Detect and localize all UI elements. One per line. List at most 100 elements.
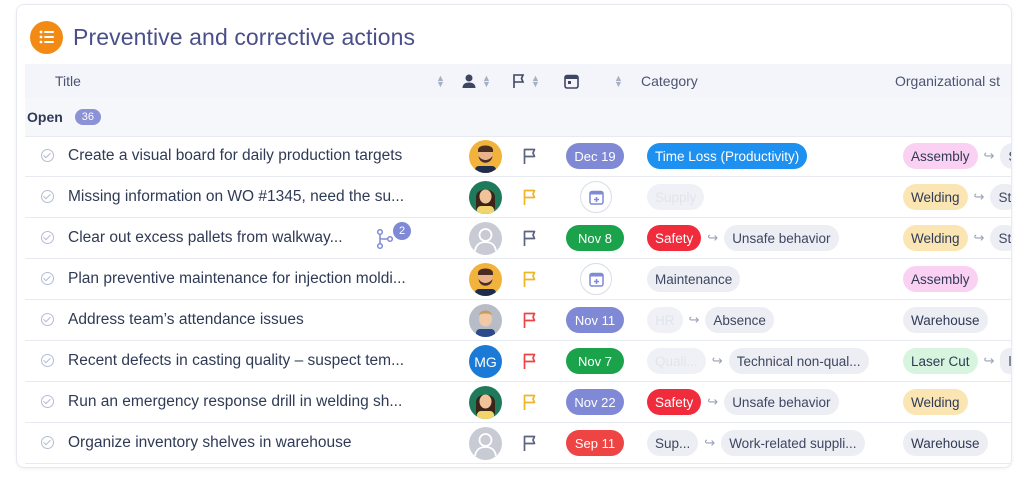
org-tag[interactable]: S xyxy=(1000,143,1011,169)
category-tag[interactable]: Sup... xyxy=(647,430,699,456)
due-date-badge[interactable]: Dec 19 xyxy=(566,143,624,169)
category-tag[interactable]: Maintenance xyxy=(647,266,741,292)
org-tag[interactable]: Assembly xyxy=(903,266,978,292)
category-cell[interactable]: Time Loss (Productivity) xyxy=(647,143,808,169)
complete-checkbox[interactable] xyxy=(41,272,54,285)
category-tag[interactable]: Supply xyxy=(647,184,705,210)
category-cell[interactable]: Maintenance xyxy=(647,266,741,292)
org-structure-cell[interactable]: Warehouse xyxy=(903,307,988,333)
sort-title-icon[interactable]: ▲ ▼ xyxy=(431,64,445,98)
row-title[interactable]: Clear out excess pallets from walkway... xyxy=(68,218,343,258)
category-tag[interactable]: Work-related suppli... xyxy=(721,430,865,456)
org-tag[interactable]: Laser Cut xyxy=(903,348,978,374)
row-title[interactable]: Organize inventory shelves in warehouse xyxy=(68,423,351,463)
priority-flag-icon[interactable] xyxy=(522,147,538,165)
sort-due-icon[interactable]: ▲ ▼ xyxy=(609,64,623,98)
priority-flag-icon[interactable] xyxy=(522,434,538,452)
person-icon xyxy=(462,74,476,88)
row-title[interactable]: Run an emergency response drill in weldi… xyxy=(68,382,402,422)
org-structure-cell[interactable]: Warehouse xyxy=(903,430,988,456)
avatar[interactable] xyxy=(469,427,502,460)
due-date-badge[interactable]: Nov 11 xyxy=(566,307,624,333)
complete-checkbox[interactable] xyxy=(41,395,54,408)
priority-flag-icon[interactable] xyxy=(522,229,538,247)
row-title[interactable]: Create a visual board for daily producti… xyxy=(68,136,402,176)
org-structure-cell[interactable]: Laser Cut ↪ l xyxy=(903,348,1011,374)
org-tag[interactable]: St xyxy=(990,225,1011,251)
org-tag[interactable]: Warehouse xyxy=(903,430,988,456)
priority-flag-icon[interactable] xyxy=(522,393,538,411)
column-priority[interactable]: ▲ ▼ xyxy=(512,64,540,98)
subtask-icon[interactable]: 2 xyxy=(376,222,411,250)
category-tag[interactable]: Quali... xyxy=(647,348,706,374)
due-date-badge[interactable]: Sep 11 xyxy=(566,430,624,456)
row-title[interactable]: Address team’s attendance issues xyxy=(68,300,304,340)
org-structure-cell[interactable]: Welding ↪ St xyxy=(903,184,1011,210)
due-date-badge[interactable]: Nov 7 xyxy=(566,348,624,374)
table-row[interactable]: Missing information on WO #1345, need th… xyxy=(25,177,1011,218)
add-due-date-icon[interactable] xyxy=(580,181,612,213)
avatar[interactable] xyxy=(469,222,502,255)
org-tag[interactable]: St xyxy=(990,184,1011,210)
category-cell[interactable]: Safety ↪ Unsafe behavior xyxy=(647,389,839,415)
complete-checkbox[interactable] xyxy=(41,436,54,449)
category-cell[interactable]: Supply xyxy=(647,184,705,210)
priority-flag-icon[interactable] xyxy=(522,352,538,370)
table-row[interactable]: Recent defects in casting quality – susp… xyxy=(25,341,1011,382)
due-date-badge[interactable]: Nov 8 xyxy=(566,225,624,251)
row-title[interactable]: Missing information on WO #1345, need th… xyxy=(68,177,404,217)
add-due-date-icon[interactable] xyxy=(580,263,612,295)
category-tag[interactable]: Time Loss (Productivity) xyxy=(647,143,808,169)
complete-checkbox[interactable] xyxy=(41,190,54,203)
category-tag[interactable]: Unsafe behavior xyxy=(724,389,839,415)
org-structure-cell[interactable]: Welding ↪ St xyxy=(903,225,1011,251)
org-tag[interactable]: Welding xyxy=(903,389,968,415)
column-title[interactable]: Title xyxy=(55,64,81,98)
due-date-badge[interactable]: Nov 22 xyxy=(566,389,624,415)
avatar[interactable] xyxy=(469,181,502,214)
complete-checkbox[interactable] xyxy=(41,231,54,244)
avatar[interactable] xyxy=(469,140,502,173)
table-row[interactable]: Address team’s attendance issues Nov 11 HR… xyxy=(25,300,1011,341)
avatar[interactable]: MG xyxy=(469,345,502,378)
table-row[interactable]: Organize inventory shelves in warehouse S… xyxy=(25,423,1011,464)
category-tag[interactable]: Unsafe behavior xyxy=(724,225,839,251)
org-tag[interactable]: Welding xyxy=(903,184,968,210)
table-row[interactable]: Plan preventive maintenance for injectio… xyxy=(25,259,1011,300)
category-tag[interactable]: HR xyxy=(647,307,683,333)
priority-flag-icon[interactable] xyxy=(522,188,538,206)
org-structure-cell[interactable]: Assembly ↪ S xyxy=(903,143,1011,169)
row-title[interactable]: Plan preventive maintenance for injectio… xyxy=(68,259,406,299)
avatar[interactable] xyxy=(469,304,502,337)
table-row[interactable]: Clear out excess pallets from walkway...… xyxy=(25,218,1011,259)
category-cell[interactable]: Sup... ↪ Work-related suppli... xyxy=(647,430,865,456)
category-tag[interactable]: Absence xyxy=(705,307,774,333)
org-structure-cell[interactable]: Welding xyxy=(903,389,968,415)
group-open[interactable]: Open 36 xyxy=(25,98,1011,137)
org-tag[interactable]: Warehouse xyxy=(903,307,988,333)
category-tag[interactable]: Safety xyxy=(647,225,702,251)
column-org[interactable]: Organizational st xyxy=(895,64,1000,98)
org-tag[interactable]: l xyxy=(1000,348,1011,374)
complete-checkbox[interactable] xyxy=(41,313,54,326)
avatar[interactable] xyxy=(469,263,502,296)
org-structure-cell[interactable]: Assembly xyxy=(903,266,978,292)
table-row[interactable]: Run an emergency response drill in weldi… xyxy=(25,382,1011,423)
priority-flag-icon[interactable] xyxy=(522,311,538,329)
row-title[interactable]: Recent defects in casting quality – susp… xyxy=(68,341,404,381)
table-row[interactable]: Create a visual board for daily producti… xyxy=(25,136,1011,177)
org-tag[interactable]: Welding xyxy=(903,225,968,251)
column-category[interactable]: Category xyxy=(641,64,698,98)
column-assignee[interactable]: ▲ ▼ xyxy=(461,64,491,98)
complete-checkbox[interactable] xyxy=(41,354,54,367)
avatar[interactable] xyxy=(469,386,502,419)
category-tag[interactable]: Technical non-qual... xyxy=(728,348,869,374)
column-due[interactable] xyxy=(564,64,579,98)
category-cell[interactable]: Quali... ↪ Technical non-qual... xyxy=(647,348,869,374)
priority-flag-icon[interactable] xyxy=(522,270,538,288)
category-cell[interactable]: Safety ↪ Unsafe behavior xyxy=(647,225,839,251)
category-cell[interactable]: HR ↪ Absence xyxy=(647,307,774,333)
category-tag[interactable]: Safety xyxy=(647,389,702,415)
complete-checkbox[interactable] xyxy=(41,149,54,162)
org-tag[interactable]: Assembly xyxy=(903,143,978,169)
